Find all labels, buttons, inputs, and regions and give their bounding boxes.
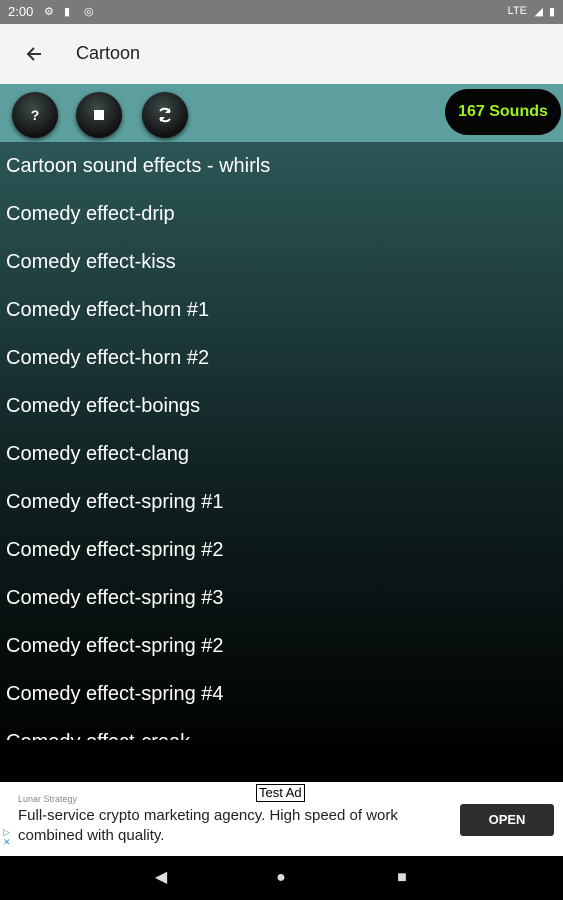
list-item[interactable]: Comedy effect-boings: [0, 382, 563, 430]
list-item[interactable]: Comedy effect-spring #2: [0, 526, 563, 574]
ad-choices-icon[interactable]: ▷ ✕: [3, 827, 11, 847]
sound-list: Cartoon sound effects - whirls Comedy ef…: [0, 142, 563, 740]
list-item[interactable]: Comedy effect-kiss: [0, 238, 563, 286]
back-arrow-icon[interactable]: [20, 40, 48, 68]
refresh-button[interactable]: [142, 92, 188, 138]
recents-nav-icon[interactable]: ■: [393, 869, 411, 887]
test-ad-badge: Test Ad: [256, 784, 305, 802]
network-type: LTE: [507, 5, 527, 17]
signal-icon: ◢: [534, 6, 543, 18]
help-button[interactable]: ?: [12, 92, 58, 138]
home-nav-icon[interactable]: ●: [272, 869, 290, 887]
status-bar: 2:00 ⚙ ▮ ◎ LTE ◢ ▮: [0, 0, 563, 24]
back-nav-icon[interactable]: ◀: [152, 869, 170, 887]
ad-advertiser: Lunar Strategy: [18, 794, 78, 804]
sd-card-icon: ▮: [64, 6, 71, 18]
list-item[interactable]: Comedy effect-spring #1: [0, 478, 563, 526]
toolbar: ? 167 Sounds: [0, 84, 563, 142]
nav-bar: ◀ ● ■: [0, 856, 563, 900]
list-item[interactable]: Comedy effect-spring #2: [0, 622, 563, 670]
stop-button[interactable]: [76, 92, 122, 138]
help-label: ?: [30, 107, 40, 123]
list-item[interactable]: Comedy effect-clang: [0, 430, 563, 478]
stop-icon: [94, 110, 104, 120]
list-item[interactable]: Comedy effect-horn #2: [0, 334, 563, 382]
sync-status-icon: ◎: [84, 6, 94, 18]
ad-text: Full-service crypto marketing agency. Hi…: [18, 807, 398, 844]
list-item[interactable]: Comedy effect-drip: [0, 190, 563, 238]
list-item[interactable]: Comedy effect-spring #3: [0, 574, 563, 622]
app-bar: Cartoon: [0, 24, 563, 85]
list-item[interactable]: Cartoon sound effects - whirls: [0, 142, 563, 190]
ad-banner[interactable]: Test Ad Lunar Strategy Full-service cryp…: [0, 782, 563, 856]
refresh-icon: [159, 107, 171, 123]
sound-count-badge: 167 Sounds: [445, 89, 561, 135]
list-item[interactable]: Comedy effect-spring #4: [0, 670, 563, 718]
open-button[interactable]: OPEN: [460, 804, 554, 836]
list-item[interactable]: Comedy effect-horn #1: [0, 286, 563, 334]
status-time: 2:00: [8, 4, 34, 19]
notification-icon: ⚙: [44, 6, 54, 18]
page-title: Cartoon: [76, 43, 141, 63]
battery-icon: ▮: [548, 6, 555, 18]
list-item[interactable]: Comedy effect-creak: [0, 718, 563, 740]
